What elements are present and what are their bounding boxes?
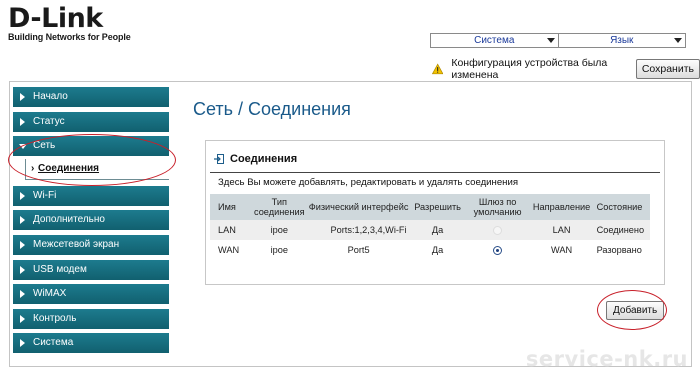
sidebar-item-home[interactable]: Начало bbox=[13, 87, 169, 107]
table-row[interactable]: LAN ipoe Ports:1,2,3,4,Wi-Fi Да LAN Соед… bbox=[210, 220, 650, 240]
header-iface: Физический интерфейс bbox=[306, 194, 411, 220]
sidebar-item-label: Дополнительно bbox=[33, 214, 105, 226]
triangle-right-icon bbox=[20, 265, 25, 274]
triangle-right-icon bbox=[20, 93, 25, 101]
header-type: Тип соединения bbox=[252, 194, 307, 220]
chevron-down-icon bbox=[546, 38, 555, 43]
sidebar-item-label: Система bbox=[33, 337, 74, 349]
highlight-circle-nav bbox=[8, 134, 176, 186]
cell-enable: Да bbox=[410, 240, 465, 260]
connections-panel: Соединения Здесь Вы можете добавлять, ре… bbox=[205, 140, 665, 285]
sidebar-item-wifi[interactable]: Wi-Fi bbox=[13, 185, 169, 206]
gateway-radio[interactable] bbox=[493, 246, 503, 256]
sidebar-item-label: Межсетевой экран bbox=[33, 238, 120, 250]
header-gateway: Шлюз по умолчанию bbox=[464, 194, 531, 220]
table-row[interactable]: WAN ipoe Port5 Да WAN Разорвано bbox=[210, 240, 650, 260]
cell-iface: Port5 bbox=[306, 240, 411, 260]
triangle-right-icon bbox=[20, 117, 25, 126]
highlight-circle-add bbox=[597, 290, 667, 330]
dlink-logo: D-Link Building Networks for People bbox=[8, 3, 131, 43]
triangle-right-icon bbox=[20, 191, 25, 200]
sidebar-item-label: USB модем bbox=[33, 263, 87, 275]
cell-direction: LAN bbox=[530, 220, 593, 240]
language-select[interactable]: Язык bbox=[557, 34, 685, 47]
cell-gateway bbox=[464, 220, 531, 240]
connections-table: Имя Тип соединения Физический интерфейс … bbox=[210, 194, 650, 260]
router-admin-page: D-Link Building Networks for People Сист… bbox=[0, 0, 700, 373]
cell-gateway bbox=[464, 240, 531, 260]
cell-type: ipoe bbox=[252, 240, 307, 260]
watermark: service-nk.ru bbox=[525, 347, 688, 371]
system-menu-label: Система bbox=[474, 35, 515, 46]
sidebar: Начало Статус Сеть › Соединения Wi-Fi Доп… bbox=[13, 87, 169, 358]
page-title: Сеть / Соединения bbox=[193, 99, 351, 119]
cell-enable: Да bbox=[410, 220, 465, 240]
header-state: Состояние bbox=[592, 194, 650, 220]
sidebar-item-wimax[interactable]: WiMAX bbox=[13, 284, 169, 305]
sidebar-item-usb-modem[interactable]: USB модем bbox=[13, 259, 169, 280]
chevron-down-icon bbox=[674, 38, 682, 43]
header-name: Имя bbox=[210, 194, 252, 220]
sidebar-item-label: WiMAX bbox=[33, 288, 67, 300]
triangle-right-icon bbox=[20, 339, 25, 348]
logo-brand: D-Link bbox=[8, 3, 103, 34]
sidebar-item-status[interactable]: Статус bbox=[13, 111, 169, 132]
sidebar-item-advanced[interactable]: Дополнительно bbox=[13, 210, 169, 231]
gateway-radio[interactable] bbox=[493, 226, 503, 236]
panel-divider bbox=[210, 172, 660, 173]
header-enable: Разрешить bbox=[410, 194, 465, 220]
cell-name: WAN bbox=[210, 240, 252, 260]
sidebar-item-firewall[interactable]: Межсетевой экран bbox=[13, 234, 169, 255]
triangle-right-icon bbox=[20, 240, 25, 249]
cell-type: ipoe bbox=[252, 220, 307, 240]
cell-iface: Ports:1,2,3,4,Wi-Fi bbox=[306, 220, 411, 240]
sidebar-item-system[interactable]: Система bbox=[13, 333, 169, 354]
cell-state: Соединено bbox=[592, 220, 650, 240]
warning-icon bbox=[432, 63, 444, 75]
logo-tagline: Building Networks for People bbox=[8, 32, 131, 42]
triangle-right-icon bbox=[20, 290, 25, 299]
system-menu-select[interactable]: Система bbox=[431, 34, 558, 47]
panel-header: Соединения bbox=[214, 153, 297, 165]
panel-title: Соединения bbox=[230, 153, 298, 165]
cell-direction: WAN bbox=[530, 240, 593, 260]
triangle-right-icon bbox=[20, 216, 25, 225]
table-header-row: Имя Тип соединения Физический интерфейс … bbox=[210, 194, 650, 220]
sidebar-item-control[interactable]: Контроль bbox=[13, 308, 169, 329]
triangle-right-icon bbox=[20, 314, 25, 323]
sidebar-item-label: Контроль bbox=[33, 312, 77, 324]
cell-name: LAN bbox=[210, 220, 252, 240]
enter-arrow-icon bbox=[214, 154, 224, 164]
config-changed-bar: Конфигурация устройства была изменена Со… bbox=[432, 57, 700, 81]
cell-state: Разорвано bbox=[592, 240, 650, 260]
panel-description: Здесь Вы можете добавлять, редактировать… bbox=[218, 177, 519, 188]
sidebar-item-label: Начало bbox=[33, 91, 68, 102]
top-selectors: Система Язык bbox=[430, 33, 686, 48]
language-label: Язык bbox=[610, 35, 634, 46]
sidebar-item-label: Статус bbox=[33, 115, 65, 127]
sidebar-item-label: Wi-Fi bbox=[33, 189, 57, 201]
save-button[interactable]: Сохранить bbox=[635, 59, 700, 79]
warning-text: Конфигурация устройства была изменена bbox=[451, 57, 608, 81]
header-direction: Направление bbox=[530, 194, 593, 220]
